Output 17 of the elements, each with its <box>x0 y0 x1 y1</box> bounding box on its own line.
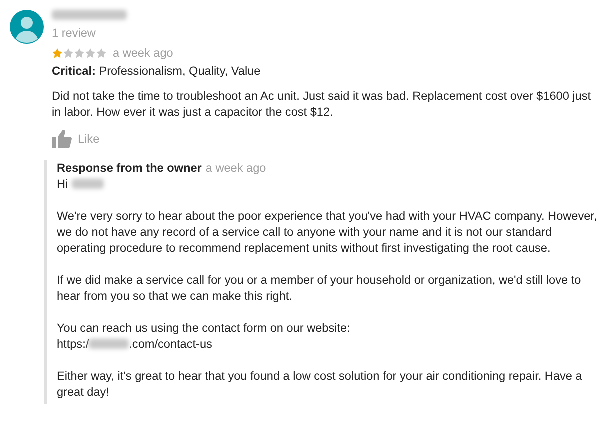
url-text: .com/contact-us <box>129 336 212 352</box>
response-paragraph: We're very sorry to hear about the poor experience that you've had with your HVAC company. However, we do not have any record of a service call to anyone with your name and it is not our standard operating procedure to recommend replacement units without first investigating the root cause. <box>57 208 598 256</box>
url-text: https:/ <box>57 336 90 352</box>
greeting-text: Hi <box>57 176 68 192</box>
review-time: a week ago <box>113 45 174 62</box>
avatar-icon <box>10 10 44 44</box>
contact-text: You can reach us using the contact form on our website: <box>57 320 352 336</box>
response-paragraph: If we did make a service call for you or a member of your household or organization, we'd still love to hear from you so that we can make this right. <box>57 272 582 304</box>
review-text: Did not take the time to troubleshoot an Ac unit. Just said it was bad. Replacement cost over $1600 just in labor. How ever it was just a capacitor the cost $12. <box>52 88 592 120</box>
blurred-domain <box>89 339 130 349</box>
like-button[interactable]: Like <box>52 130 100 148</box>
closing-text: Either way, it's great to hear that you found a low cost solution for your air conditioning repair. Have a great day! <box>57 368 584 400</box>
blurred-name <box>72 179 104 189</box>
critical-text: Critical: Professionalism, Quality, Value <box>52 63 261 80</box>
response-time: a week ago <box>206 160 266 176</box>
response-title: Response from the owner <box>57 160 202 176</box>
review-count: 1 review <box>52 25 96 42</box>
